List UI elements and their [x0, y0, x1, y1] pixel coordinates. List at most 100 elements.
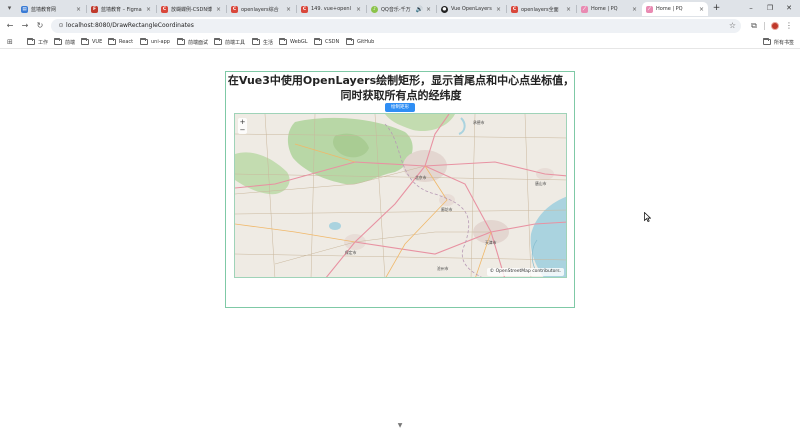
tab[interactable]: ▤ 蓝墙教育网 × [17, 2, 85, 16]
back-button[interactable]: ← [4, 20, 16, 32]
folder-icon [108, 38, 116, 45]
close-window-button[interactable]: ✕ [782, 2, 796, 14]
bookmark-folder[interactable]: GitHub [346, 37, 374, 47]
zoom-out-button[interactable]: − [238, 126, 247, 134]
bookmark-folder[interactable]: 前端面试 [177, 37, 208, 47]
folder-icon [763, 38, 771, 45]
tab[interactable]: ● Vue OpenLayers × [437, 2, 505, 16]
map-label: 保定市 [345, 250, 357, 255]
csdn-icon: C [301, 5, 308, 13]
folder-icon [279, 38, 287, 45]
page-title: 在Vue3中使用OpenLayers绘制矩形，显示首尾点和中心点坐标值，同时获取… [227, 74, 575, 102]
tab[interactable]: C openlayers综合 × [227, 2, 295, 16]
tab-title: openlayers全面 [521, 6, 559, 13]
zoom-in-button[interactable]: + [238, 118, 247, 126]
tab[interactable]: ♪ QQ音乐-千万 🔊 × [367, 2, 435, 16]
bookmarks-bar: ⊞ 工作 前端 VUE React uni-app 前端面试 前端工具 生活 W… [0, 35, 800, 49]
bookmark-folder[interactable]: VUE [81, 37, 102, 47]
github-icon: ● [441, 5, 448, 13]
tab[interactable]: F 蓝墙教育 – Figma × [87, 2, 155, 16]
bookmark-folder[interactable]: 工作 [27, 37, 48, 47]
toolbar-divider [764, 22, 765, 30]
tab-close-icon[interactable]: × [76, 6, 81, 13]
extensions-icon[interactable]: ⧉ [748, 20, 760, 32]
speaker-icon[interactable]: 🔊 [415, 6, 422, 13]
folder-icon [81, 38, 89, 45]
bookmark-folder[interactable]: React [108, 37, 133, 47]
csdn-icon: C [511, 5, 518, 13]
map-attribution[interactable]: © OpenStreetMap contributors. [486, 268, 564, 276]
tab[interactable]: C 放蝴蝶例-CSDN博 × [157, 2, 225, 16]
tab-title: 蓝墙教育 – Figma [101, 6, 142, 13]
folder-icon [140, 38, 148, 45]
bookmark-folder[interactable]: 生活 [252, 37, 273, 47]
doc-icon: ▤ [21, 5, 28, 13]
forward-button[interactable]: → [19, 20, 31, 32]
tab-close-icon[interactable]: × [632, 6, 637, 13]
map-label: 承德市 [473, 120, 485, 125]
tab-title: 149. vue+openl [311, 6, 351, 12]
url-text[interactable]: localhost:8080/DrawRectangleCoordinates [66, 19, 194, 33]
folder-icon [54, 38, 62, 45]
csdn-icon: C [161, 5, 168, 13]
openlayers-map[interactable]: 北京市 廊坊市 天津市 保定市 唐山市 沧州市 承德市 + − © OpenSt… [234, 113, 567, 278]
bookmark-folder[interactable]: 前端 [54, 37, 75, 47]
folder-icon [252, 38, 260, 45]
mouse-cursor-icon [644, 212, 651, 222]
bookmark-folder[interactable]: CSDN [314, 37, 339, 47]
minimize-button[interactable]: – [744, 2, 758, 14]
tab-close-icon[interactable]: × [566, 6, 571, 13]
pq-icon: ⟋ [581, 5, 588, 13]
csdn-icon: C [231, 5, 238, 13]
restore-button[interactable]: ❐ [763, 2, 777, 14]
bookmark-folder[interactable]: uni-app [140, 37, 170, 47]
browser-menu-icon[interactable]: ⋮ [784, 20, 794, 32]
map-label: 沧州市 [437, 266, 449, 271]
folder-icon [214, 38, 222, 45]
pq-icon: ⟋ [646, 5, 653, 13]
site-info-icon[interactable]: ⊙ [56, 21, 66, 31]
tab-active[interactable]: ⟋ Home | PQ × [642, 2, 708, 16]
bookmark-folder[interactable]: 前端工具 [214, 37, 245, 47]
map-label: 廊坊市 [441, 207, 453, 212]
map-label: 天津市 [485, 240, 497, 245]
new-tab-button[interactable]: + [711, 3, 722, 14]
tab-close-icon[interactable]: × [426, 6, 431, 13]
tab-title: openlayers综合 [241, 6, 279, 13]
map-label: 唐山市 [535, 181, 547, 186]
apps-grid-icon[interactable]: ⊞ [7, 38, 15, 46]
map-label: 北京市 [415, 175, 427, 180]
tab-title: Home | PQ [656, 6, 683, 12]
tab-title: 放蝴蝶例-CSDN博 [171, 6, 213, 13]
tab[interactable]: C openlayers全面 × [507, 2, 575, 16]
qqmusic-icon: ♪ [371, 5, 378, 13]
scroll-down-icon[interactable]: ▼ [396, 422, 404, 429]
folder-icon [346, 38, 354, 45]
profile-avatar[interactable] [771, 22, 779, 30]
draw-rectangle-button[interactable]: 绘制矩形 [385, 103, 415, 112]
folder-icon [27, 38, 35, 45]
tab-close-icon[interactable]: × [356, 6, 361, 13]
tab-close-icon[interactable]: × [699, 6, 704, 13]
tab-search-icon[interactable]: ▾ [4, 3, 15, 14]
reload-button[interactable]: ↻ [34, 20, 46, 32]
tab-close-icon[interactable]: × [146, 6, 151, 13]
zoom-control: + − [238, 118, 247, 134]
tab-title: QQ音乐-千万 [381, 6, 411, 13]
tab-title: Vue OpenLayers [451, 6, 492, 12]
tab-close-icon[interactable]: × [286, 6, 291, 13]
demo-container: 在Vue3中使用OpenLayers绘制矩形，显示首尾点和中心点坐标值，同时获取… [225, 71, 575, 308]
address-bar[interactable]: ⊙ localhost:8080/DrawRectangleCoordinate… [51, 19, 741, 33]
tab[interactable]: ⟋ Home | PQ × [577, 2, 641, 16]
tab-title: Home | PQ [591, 6, 618, 12]
bookmark-folder[interactable]: WebGL [279, 37, 308, 47]
all-bookmarks-folder[interactable]: 所有书签 [763, 37, 794, 47]
tab-strip: ▾ ▤ 蓝墙教育网 × F 蓝墙教育 – Figma × C 放蝴蝶例-CSDN… [0, 0, 800, 17]
tab-title: 蓝墙教育网 [31, 6, 57, 13]
map-tiles [235, 114, 566, 277]
tab[interactable]: C 149. vue+openl × [297, 2, 365, 16]
tab-close-icon[interactable]: × [216, 6, 221, 13]
tab-close-icon[interactable]: × [496, 6, 501, 13]
bookmark-star-icon[interactable]: ☆ [729, 20, 736, 32]
folder-icon [314, 38, 322, 45]
